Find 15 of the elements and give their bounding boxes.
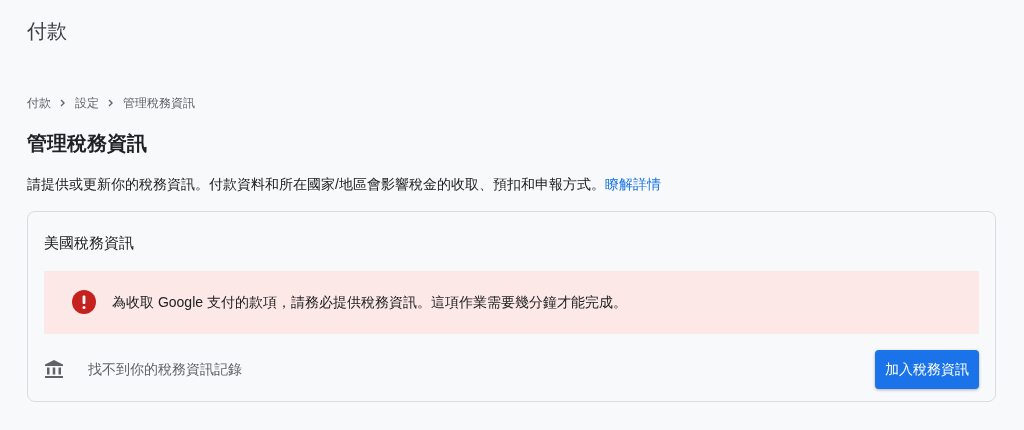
- page-heading: 管理稅務資訊: [27, 131, 148, 156]
- alert-message: 為收取 Google 支付的款項，請務必提供稅務資訊。這項作業需要幾分鐘才能完成。: [112, 292, 627, 312]
- learn-more-link[interactable]: 瞭解詳情: [604, 176, 661, 192]
- breadcrumb-link[interactable]: 設定: [75, 94, 99, 112]
- bank-icon: [44, 359, 64, 379]
- breadcrumb-current: 管理稅務資訊: [123, 95, 195, 112]
- card-title: 美國稅務資訊: [44, 233, 135, 253]
- add-tax-info-button[interactable]: 加入稅務資訊: [875, 349, 979, 389]
- chevron-icon: [107, 98, 115, 108]
- chevron-icon: [59, 98, 67, 108]
- error-icon: [72, 290, 96, 314]
- status-text: 找不到你的稅務資訊記錄: [88, 359, 242, 379]
- page-title: 付款: [27, 19, 68, 44]
- breadcrumb-link[interactable]: 付款: [27, 94, 51, 112]
- description: 請提供或更新你的稅務資訊。付款資料和所在國家/地區會影響稅金的收取、預扣和申報方式。瞭解詳情: [27, 175, 662, 194]
